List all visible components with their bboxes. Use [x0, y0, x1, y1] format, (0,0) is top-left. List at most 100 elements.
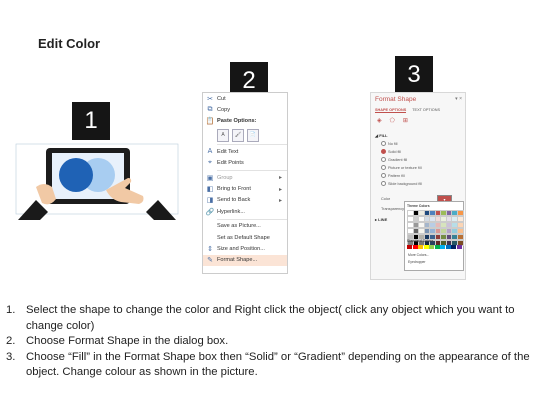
color-swatch[interactable] — [434, 245, 440, 249]
color-swatch[interactable] — [440, 245, 445, 249]
menu-item-copy[interactable]: ⧉ Copy — [203, 104, 287, 115]
bring-front-icon: ◧ — [206, 186, 214, 194]
color-label: Color — [381, 197, 391, 201]
paste-option-2-icon[interactable]: 🖌 — [232, 128, 244, 142]
submenu-arrow-icon: ▸ — [279, 186, 283, 193]
size-properties-icon[interactable]: ⊞ — [403, 117, 408, 124]
cut-icon: ✂ — [207, 95, 213, 103]
menu-item-label: Copy — [217, 107, 231, 114]
menu-item-label: Group — [217, 174, 233, 181]
paste-option-1-icon[interactable]: A — [217, 128, 229, 142]
more-colors-item[interactable]: More Colors... — [408, 253, 429, 257]
menu-item-size-position[interactable]: ⇕ Size and Position... — [203, 243, 287, 254]
page-title: Edit Color — [38, 36, 101, 51]
instruction-number: 2. — [6, 335, 16, 347]
submenu-arrow-icon: ▸ — [279, 175, 283, 182]
menu-separator — [217, 169, 287, 171]
instruction-text: Choose “Fill” in the Format Shape box th… — [26, 350, 530, 379]
menu-item-label: Send to Back — [217, 197, 251, 204]
menu-item-cut[interactable]: ✂ Cut — [203, 93, 287, 104]
color-swatch[interactable] — [456, 245, 462, 249]
pane-close-button[interactable]: ▾ × — [455, 96, 462, 102]
fill-option-label: Pattern fill — [388, 173, 405, 178]
color-swatch[interactable] — [418, 245, 423, 249]
tablet-hands-icon — [15, 143, 179, 220]
menu-item-save-picture[interactable]: Save as Picture... — [203, 221, 287, 232]
menu-item-label: Save as Picture... — [217, 223, 261, 230]
menu-item-edit-points[interactable]: ⌖ Edit Points — [203, 158, 287, 169]
instruction-item: 3. Choose “Fill” in the Format Shape box … — [6, 350, 540, 381]
tab-shape-options[interactable]: SHAPE OPTIONS — [375, 108, 407, 113]
menu-item-default-shape[interactable]: Set as Default Shape — [203, 232, 287, 243]
hyperlink-icon: 🔗 — [205, 208, 215, 216]
radio-icon[interactable] — [381, 149, 386, 154]
fill-line-icon[interactable]: ◈ — [377, 117, 382, 124]
radio-icon[interactable] — [381, 173, 386, 178]
menu-item-label: Edit Text — [217, 148, 239, 155]
edit-text-icon: A — [207, 148, 213, 156]
fill-option-label: Gradient fill — [388, 157, 408, 162]
instruction-list: 1. Select the shape to change the color a… — [6, 303, 540, 381]
radio-icon[interactable] — [381, 141, 386, 146]
paste-options-row: A 🖌 📄 — [203, 127, 287, 143]
color-swatch[interactable] — [423, 245, 429, 249]
fill-option-label: No fill — [388, 141, 398, 146]
color-swatch[interactable] — [456, 222, 464, 228]
menu-separator — [217, 218, 287, 220]
menu-item-label: Paste Options: — [217, 118, 257, 125]
fill-option-5[interactable]: Slide background fill — [381, 181, 422, 186]
color-swatch[interactable] — [456, 228, 464, 234]
menu-item-label: Cut — [217, 95, 226, 102]
save-picture-icon — [203, 221, 217, 231]
color-swatch[interactable] — [429, 245, 434, 249]
theme-colors-label: Theme Colors — [407, 204, 430, 208]
submenu-arrow-icon: ▸ — [279, 197, 283, 204]
menu-item-edit-text[interactable]: A Edit Text — [203, 146, 287, 157]
menu-item-label: Size and Position... — [217, 245, 265, 252]
step-badge-1: 1 — [72, 102, 110, 140]
menu-item-send-back[interactable]: ◨ Send to Back ▸ — [203, 195, 287, 206]
instruction-text: Choose Format Shape in the dialog box. — [26, 335, 229, 347]
menu-item-paste[interactable]: 📋 Paste Options: — [203, 116, 287, 127]
fill-section-header[interactable]: ◢ FILL — [375, 133, 388, 138]
fill-option-4[interactable]: Pattern fill — [381, 173, 405, 178]
fill-option-1[interactable]: Solid fill — [381, 149, 401, 154]
color-swatch[interactable] — [456, 216, 464, 222]
transparency-label: Transparency — [381, 207, 405, 211]
effects-icon[interactable]: ⬠ — [390, 117, 395, 124]
radio-icon[interactable] — [381, 181, 386, 186]
fill-option-3[interactable]: Picture or texture fill — [381, 165, 422, 170]
fill-option-label: Picture or texture fill — [388, 165, 422, 170]
menu-item-group: ▣ Group ▸ — [203, 172, 287, 183]
standard-color-grid — [407, 245, 462, 249]
color-swatch[interactable] — [412, 245, 418, 249]
tab-text-options[interactable]: TEXT OPTIONS — [412, 108, 440, 113]
color-swatch[interactable] — [445, 245, 451, 249]
line-section-header[interactable]: ▸ LINE — [375, 217, 387, 222]
color-swatch[interactable] — [456, 234, 464, 240]
menu-item-label: Edit Points — [217, 160, 244, 167]
color-swatch[interactable] — [407, 245, 412, 249]
context-menu: ✂ Cut ⧉ Copy 📋 Paste Options: A 🖌 📄 A Edit Text ⌖ Ed… — [202, 92, 288, 274]
standard-colors-label: Standard Colors — [407, 239, 434, 243]
edit-points-icon: ⌖ — [208, 159, 212, 167]
radio-icon[interactable] — [381, 165, 386, 170]
instruction-item: 1. Select the shape to change the color a… — [6, 303, 540, 334]
paste-icon: 📋 — [205, 118, 215, 126]
menu-item-format-shape[interactable]: ✎ Format Shape... — [203, 254, 287, 267]
color-swatch[interactable] — [451, 245, 456, 249]
fill-option-2[interactable]: Gradient fill — [381, 157, 407, 162]
radio-icon[interactable] — [381, 157, 386, 162]
default-shape-icon — [203, 233, 217, 243]
fill-option-0[interactable]: No fill — [381, 141, 398, 146]
send-back-icon: ◨ — [206, 197, 214, 205]
menu-item-bring-front[interactable]: ◧ Bring to Front ▸ — [203, 183, 287, 194]
group-icon: ▣ — [206, 174, 214, 182]
paste-option-3-icon[interactable]: 📄 — [247, 128, 259, 142]
menu-item-hyperlink[interactable]: 🔗 Hyperlink... — [203, 206, 287, 217]
color-swatch[interactable] — [456, 210, 464, 216]
eyedropper-item[interactable]: Eyedropper — [408, 260, 426, 264]
instruction-item: 2. Choose Format Shape in the dialog box. — [6, 334, 540, 350]
menu-separator — [217, 144, 287, 146]
copy-icon: ⧉ — [207, 106, 213, 114]
